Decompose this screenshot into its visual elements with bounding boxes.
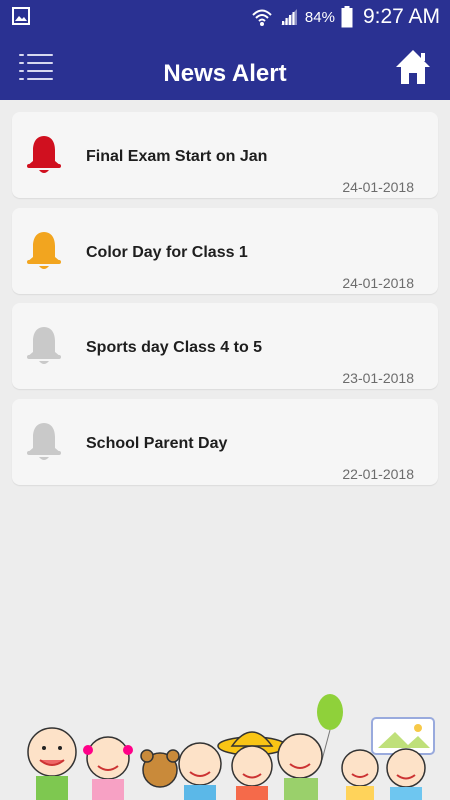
alert-date: 22-01-2018 (342, 465, 414, 482)
alert-title: Final Exam Start on Jan (86, 148, 268, 165)
signal-icon (280, 9, 297, 25)
app-bar: News Alert (0, 34, 450, 100)
status-bar: 84% 9:27 AM (0, 0, 450, 34)
bell-icon (27, 136, 61, 173)
alert-date: 23-01-2018 (342, 370, 414, 386)
alert-title: Sports day Class 4 to 5 (86, 339, 263, 356)
home-icon[interactable] (394, 48, 432, 86)
alert-title: School Parent Day (86, 434, 228, 452)
alert-date: 24-01-2018 (342, 179, 414, 195)
alert-card[interactable]: School Parent Day 22-01-2018 (12, 398, 438, 485)
alert-list: Final Exam Start on Jan 24-01-2018 Color… (12, 112, 438, 494)
bell-icon (27, 327, 61, 364)
alert-card[interactable]: Sports day Class 4 to 5 23-01-2018 (12, 303, 438, 389)
alert-card[interactable]: Final Exam Start on Jan 24-01-2018 (12, 112, 438, 198)
battery-icon (341, 6, 353, 28)
clock: 9:27 AM (362, 5, 440, 28)
wifi-icon (252, 9, 272, 26)
alert-title: Color Day for Class 1 (86, 243, 248, 261)
gallery-notification-icon (12, 7, 30, 25)
alert-card[interactable]: Color Day for Class 1 24-01-2018 (12, 207, 438, 294)
battery-percent: 84% (304, 8, 335, 26)
kids-illustration (27, 694, 435, 800)
bell-icon (27, 422, 61, 460)
bell-icon (27, 231, 61, 269)
page-title: News Alert (163, 60, 287, 87)
alert-date: 24-01-2018 (342, 274, 414, 291)
